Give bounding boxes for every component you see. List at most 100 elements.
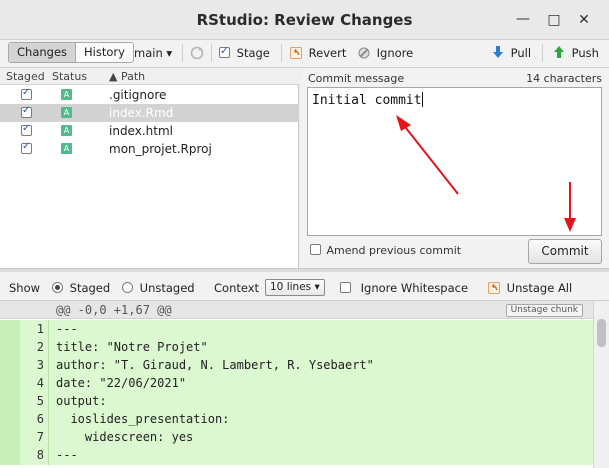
line-number: 5 — [36, 394, 44, 408]
staged-checkbox[interactable] — [21, 105, 32, 118]
line-text: ioslides_presentation: — [56, 412, 230, 426]
unstage-all-button[interactable]: Unstage All — [488, 281, 572, 295]
pull-arrow-icon — [493, 46, 503, 58]
commit-message-input[interactable]: Initial commit — [307, 87, 602, 236]
diff-gutter — [0, 356, 20, 375]
staged-checkbox[interactable] — [21, 87, 32, 100]
staged-label: Staged — [69, 281, 111, 295]
diff-view: @@ -0,0 +1,67 @@ Unstage chunk 1 --- 2 titl… — [0, 301, 609, 468]
close-button[interactable]: ✕ — [576, 12, 592, 28]
file-list-pane: Staged Status ▲ Path A .gitignore Aindex.R… — [0, 68, 299, 268]
file-row[interactable]: Aindex.Rmd — [0, 104, 299, 122]
diff-gutter — [0, 320, 20, 339]
status-added-icon: A — [61, 107, 72, 118]
diff-gutter — [0, 374, 20, 393]
revert-button[interactable]: Revert — [290, 46, 346, 60]
line-text: title: "Notre Projet" — [56, 340, 208, 354]
stage-check-icon — [219, 45, 230, 59]
toolbar-divider — [211, 44, 212, 62]
ignore-label: Ignore — [376, 46, 414, 60]
refresh-icon[interactable] — [189, 45, 205, 61]
stage-label: Stage — [236, 46, 270, 60]
revert-icon — [290, 47, 302, 59]
tab-changes[interactable]: Changes — [9, 43, 77, 62]
minimize-button[interactable]: — — [515, 11, 531, 27]
unstage-chunk-button[interactable]: Unstage chunk — [505, 304, 583, 317]
column-status[interactable]: Status — [52, 70, 87, 83]
scrollbar-thumb[interactable] — [597, 319, 606, 347]
maximize-button[interactable]: □ — [546, 12, 562, 28]
staged-checkbox[interactable] — [21, 141, 32, 154]
context-select[interactable]: 10 lines ▾ — [265, 279, 325, 296]
diff-line[interactable]: 6 ioslides_presentation: — [0, 410, 593, 429]
status-added-icon: A — [61, 125, 72, 136]
line-text: date: "22/06/2021" — [56, 376, 187, 390]
ignore-icon — [358, 47, 370, 59]
file-path: mon_projet.Rproj — [109, 142, 212, 156]
amend-checkbox[interactable]: Amend previous commit — [310, 244, 461, 257]
chunk-header-text: @@ -0,0 +1,67 @@ — [56, 303, 172, 317]
line-number: 4 — [36, 376, 44, 390]
column-path[interactable]: ▲ Path — [109, 70, 145, 83]
pull-button[interactable]: Pull — [492, 46, 531, 60]
show-unstaged-radio[interactable]: Unstaged — [122, 281, 195, 295]
diff-line[interactable]: 1 --- — [0, 320, 593, 339]
file-path: index.Rmd — [109, 106, 174, 120]
radio-on-icon — [52, 282, 63, 293]
diff-gutter — [0, 428, 20, 447]
stage-button[interactable]: Stage — [219, 45, 270, 60]
view-tabs: Changes History — [8, 42, 134, 63]
staged-checkbox[interactable] — [21, 123, 32, 136]
show-label: Show — [9, 281, 41, 295]
diff-toolbar: Show Staged Unstaged Context 10 lines ▾ … — [0, 272, 609, 301]
amend-check-icon — [310, 244, 321, 255]
push-label: Push — [571, 46, 599, 60]
diff-line[interactable]: 4 date: "22/06/2021" — [0, 374, 593, 393]
line-text: output: — [56, 394, 107, 408]
diff-scrollbar[interactable] — [593, 301, 609, 468]
file-row[interactable]: Amon_projet.Rproj — [0, 140, 299, 158]
gutter-divider — [48, 410, 49, 429]
tab-history[interactable]: History — [76, 43, 133, 62]
unstaged-label: Unstaged — [139, 281, 195, 295]
column-staged[interactable]: Staged — [6, 70, 45, 83]
diff-line[interactable]: 3 author: "T. Giraud, N. Lambert, R. Yseb… — [0, 356, 593, 375]
ignore-whitespace-checkbox[interactable]: Ignore Whitespace — [340, 281, 468, 295]
diff-line[interactable]: 5 output: — [0, 392, 593, 411]
push-button[interactable]: Push — [553, 46, 599, 60]
line-text: --- — [56, 448, 78, 462]
file-row[interactable]: Aindex.html — [0, 122, 299, 140]
branch-dropdown[interactable]: main ▾ — [134, 46, 172, 60]
gutter-divider — [48, 356, 49, 375]
show-staged-radio[interactable]: Staged — [52, 281, 110, 295]
unstage-all-label: Unstage All — [506, 281, 573, 295]
gutter-divider — [48, 320, 49, 339]
line-number: 1 — [36, 322, 44, 336]
main-toolbar: Changes History main ▾ Stage Revert Igno… — [0, 40, 609, 68]
toolbar-divider — [542, 44, 543, 62]
line-number: 8 — [36, 448, 44, 462]
commit-message-label: Commit message — [308, 72, 405, 85]
gutter-divider — [48, 446, 49, 465]
commit-button[interactable]: Commit — [528, 239, 602, 264]
file-path: .gitignore — [109, 88, 167, 102]
gutter-divider — [48, 338, 49, 357]
line-number: 6 — [36, 412, 44, 426]
diff-line[interactable]: 7 widescreen: yes — [0, 428, 593, 447]
commit-pane: Commit message 14 characters Initial com… — [300, 68, 609, 268]
diff-line[interactable]: 2 title: "Notre Projet" — [0, 338, 593, 357]
revert-label: Revert — [308, 46, 347, 60]
ignore-whitespace-check-icon — [340, 282, 351, 293]
toolbar-divider — [281, 44, 282, 62]
ignore-whitespace-label: Ignore Whitespace — [360, 281, 469, 295]
file-row[interactable]: A .gitignore — [0, 86, 299, 104]
diff-line[interactable]: 8 --- — [0, 446, 593, 465]
ignore-button[interactable]: Ignore — [358, 46, 413, 60]
gutter-divider — [48, 392, 49, 411]
file-list-header: Staged Status ▲ Path — [0, 68, 299, 85]
unstage-all-icon — [488, 282, 500, 294]
diff-gutter — [0, 392, 20, 411]
title-bar: RStudio: Review Changes — □ ✕ — [0, 0, 609, 40]
status-added-icon: A — [61, 143, 72, 154]
chunk-header: @@ -0,0 +1,67 @@ Unstage chunk — [0, 301, 593, 319]
